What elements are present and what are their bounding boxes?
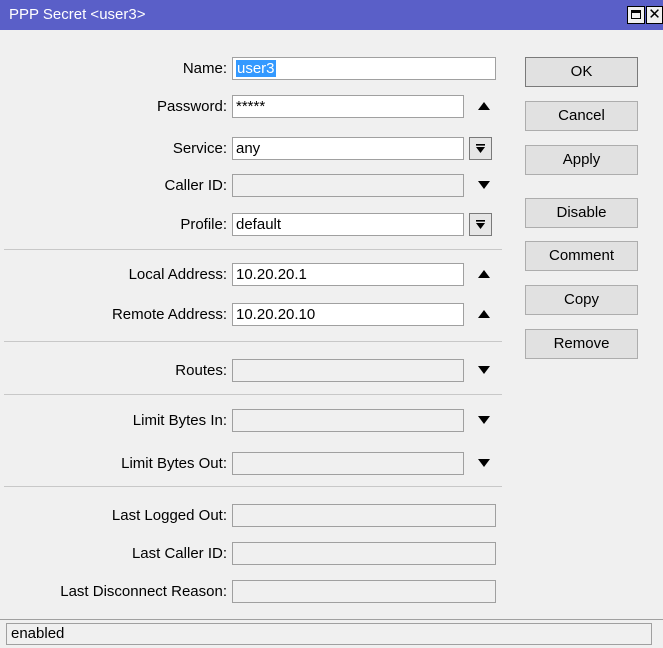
routes-field[interactable] bbox=[232, 359, 464, 382]
caller-id-field[interactable] bbox=[232, 174, 464, 197]
profile-value: default bbox=[236, 216, 282, 233]
triangle-up-icon[interactable] bbox=[477, 309, 491, 319]
local-address-value: 10.20.20.1 bbox=[236, 266, 307, 283]
profile-field[interactable]: default bbox=[232, 213, 464, 236]
close-icon[interactable]: ✕ bbox=[646, 6, 663, 24]
service-label: Service: bbox=[172, 140, 227, 157]
apply-button[interactable]: Apply bbox=[525, 145, 638, 175]
password-field[interactable]: ***** bbox=[232, 95, 464, 118]
last-disconnect-reason-label: Last Disconnect Reason: bbox=[60, 583, 227, 600]
cancel-button[interactable]: Cancel bbox=[525, 101, 638, 131]
caller-id-label: Caller ID: bbox=[164, 177, 227, 194]
name-value: user3 bbox=[236, 60, 276, 77]
remote-address-field[interactable]: 10.20.20.10 bbox=[232, 303, 464, 326]
local-address-label: Local Address: bbox=[128, 266, 227, 283]
window-titlebar[interactable]: PPP Secret <user3> ✕ bbox=[0, 0, 663, 30]
password-value: ***** bbox=[236, 98, 266, 115]
status-text: enabled bbox=[6, 623, 652, 645]
limit-bytes-in-field[interactable] bbox=[232, 409, 464, 432]
last-caller-id-label: Last Caller ID: bbox=[131, 545, 227, 562]
section-divider bbox=[4, 341, 502, 342]
last-caller-id-field bbox=[232, 542, 496, 565]
section-divider bbox=[4, 249, 502, 250]
disable-button[interactable]: Disable bbox=[525, 198, 638, 228]
remote-address-value: 10.20.20.10 bbox=[236, 306, 316, 323]
maximize-icon[interactable] bbox=[627, 6, 645, 24]
window-title: PPP Secret <user3> bbox=[9, 6, 146, 23]
triangle-down-icon[interactable] bbox=[477, 180, 491, 190]
remote-address-label: Remote Address: bbox=[111, 306, 227, 323]
status-bar: enabled bbox=[0, 619, 663, 648]
service-value: any bbox=[236, 140, 261, 157]
triangle-up-icon[interactable] bbox=[477, 101, 491, 111]
dropdown-icon[interactable] bbox=[469, 137, 492, 160]
service-field[interactable]: any bbox=[232, 137, 464, 160]
routes-label: Routes: bbox=[175, 362, 227, 379]
limit-bytes-out-label: Limit Bytes Out: bbox=[121, 455, 227, 472]
limit-bytes-out-field[interactable] bbox=[232, 452, 464, 475]
triangle-down-icon[interactable] bbox=[477, 365, 491, 375]
password-label: Password: bbox=[156, 98, 227, 115]
profile-label: Profile: bbox=[180, 216, 227, 233]
triangle-down-icon[interactable] bbox=[477, 458, 491, 468]
last-disconnect-reason-field bbox=[232, 580, 496, 603]
dropdown-icon[interactable] bbox=[469, 213, 492, 236]
remove-button[interactable]: Remove bbox=[525, 329, 638, 359]
comment-button[interactable]: Comment bbox=[525, 241, 638, 271]
name-field[interactable]: user3 bbox=[232, 57, 496, 80]
triangle-down-icon[interactable] bbox=[477, 415, 491, 425]
limit-bytes-in-label: Limit Bytes In: bbox=[132, 412, 227, 429]
name-label: Name: bbox=[182, 60, 227, 77]
last-logged-out-field bbox=[232, 504, 496, 527]
copy-button[interactable]: Copy bbox=[525, 285, 638, 315]
triangle-up-icon[interactable] bbox=[477, 269, 491, 279]
section-divider bbox=[4, 394, 502, 395]
ok-button[interactable]: OK bbox=[525, 57, 638, 87]
last-logged-out-label: Last Logged Out: bbox=[111, 507, 227, 524]
section-divider bbox=[4, 486, 502, 487]
local-address-field[interactable]: 10.20.20.1 bbox=[232, 263, 464, 286]
